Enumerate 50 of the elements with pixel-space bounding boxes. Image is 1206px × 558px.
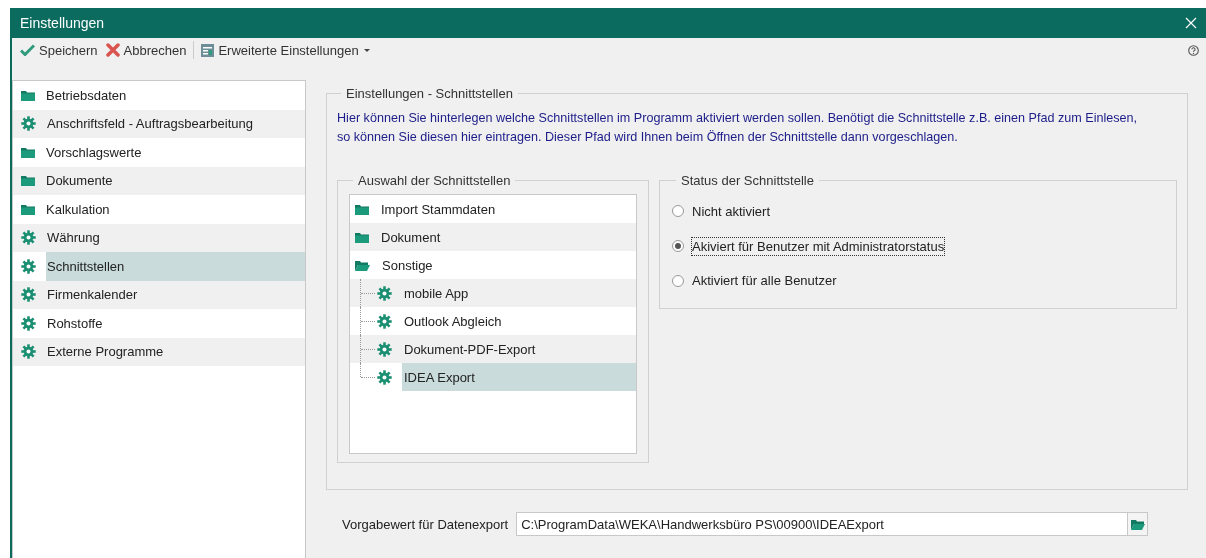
help-button[interactable] bbox=[1188, 44, 1199, 56]
radio-label[interactable]: Nicht aktiviert bbox=[692, 202, 771, 220]
radio-label[interactable]: Aktiviert für alle Benutzer bbox=[692, 272, 837, 290]
gear-icon bbox=[21, 315, 36, 331]
gear-icon bbox=[21, 258, 36, 274]
radio-button[interactable] bbox=[672, 274, 684, 287]
sidebar-item[interactable]: Anschriftsfeld - Auftragsbearbeitung bbox=[13, 109, 305, 138]
gear-icon bbox=[377, 369, 392, 385]
folder-icon bbox=[21, 89, 35, 101]
tree-item[interactable]: Dokument bbox=[350, 223, 636, 251]
path-field[interactable]: C:\ProgramData\WEKA\Handwerksbüro PS\00900\IDEAExport bbox=[516, 512, 1129, 536]
folder-icon bbox=[355, 203, 369, 215]
gear-icon bbox=[377, 285, 392, 301]
sidebar-item[interactable]: Währung bbox=[13, 223, 305, 252]
folder-icon bbox=[21, 203, 35, 215]
field-label: Vorgabewert für Datenexport bbox=[342, 516, 509, 532]
gear-icon bbox=[21, 287, 36, 303]
group-title: Einstellungen - Schnittstellen bbox=[345, 86, 514, 101]
group-title: Status der Schnittstelle bbox=[680, 173, 815, 188]
gear-icon bbox=[377, 341, 392, 357]
open-folder-icon bbox=[1130, 518, 1145, 530]
group-title: Auswahl der Schnittstellen bbox=[357, 173, 512, 188]
checkmark-icon bbox=[20, 44, 35, 56]
gear-icon bbox=[21, 116, 36, 132]
settings-icon bbox=[201, 43, 215, 57]
gear-icon bbox=[21, 230, 36, 246]
sidebar-item[interactable]: Dokumente bbox=[13, 166, 305, 195]
folder-icon bbox=[21, 146, 35, 158]
tree-item[interactable]: Dokument-PDF-Export bbox=[350, 335, 636, 363]
sidebar-item[interactable]: Externe Programme bbox=[13, 337, 305, 366]
folder-icon bbox=[21, 175, 35, 187]
tree-item[interactable]: mobile App bbox=[350, 279, 636, 307]
radio-button[interactable] bbox=[672, 240, 684, 252]
window-title: Einstellungen bbox=[20, 15, 105, 31]
browse-button[interactable] bbox=[1128, 512, 1149, 536]
open-folder-icon bbox=[355, 259, 370, 271]
toolbar-button[interactable]: Erweiterte Einstellungen bbox=[197, 40, 374, 60]
cross-icon bbox=[105, 43, 120, 57]
radio-label[interactable]: Akiviert für Benutzer mit Administratorstatus bbox=[692, 237, 945, 255]
radio-button[interactable] bbox=[672, 205, 684, 218]
description-text: Hier können Sie hinterlegen welche Schnittstellen im Programm aktiviert werden sollen. Benötigt die Schnittstelle z.B. einen Pfad zum Einlesen, so können Sie diesen hier eintragen. Dieser Pfad wird Ihnen beim Öffnen der Schnittstelle dann vorgeschlagen. bbox=[337, 110, 1139, 146]
toolbar-button[interactable]: Abbrechen bbox=[101, 40, 191, 60]
gear-icon bbox=[21, 344, 36, 360]
gear-icon bbox=[377, 313, 392, 329]
toolbar-button[interactable]: Speichern bbox=[16, 40, 102, 60]
sidebar-item[interactable]: Firmenkalender bbox=[13, 280, 305, 309]
close-icon bbox=[1185, 17, 1197, 29]
caret-icon bbox=[363, 48, 370, 52]
folder-icon bbox=[355, 231, 369, 243]
help-icon bbox=[1188, 44, 1199, 56]
